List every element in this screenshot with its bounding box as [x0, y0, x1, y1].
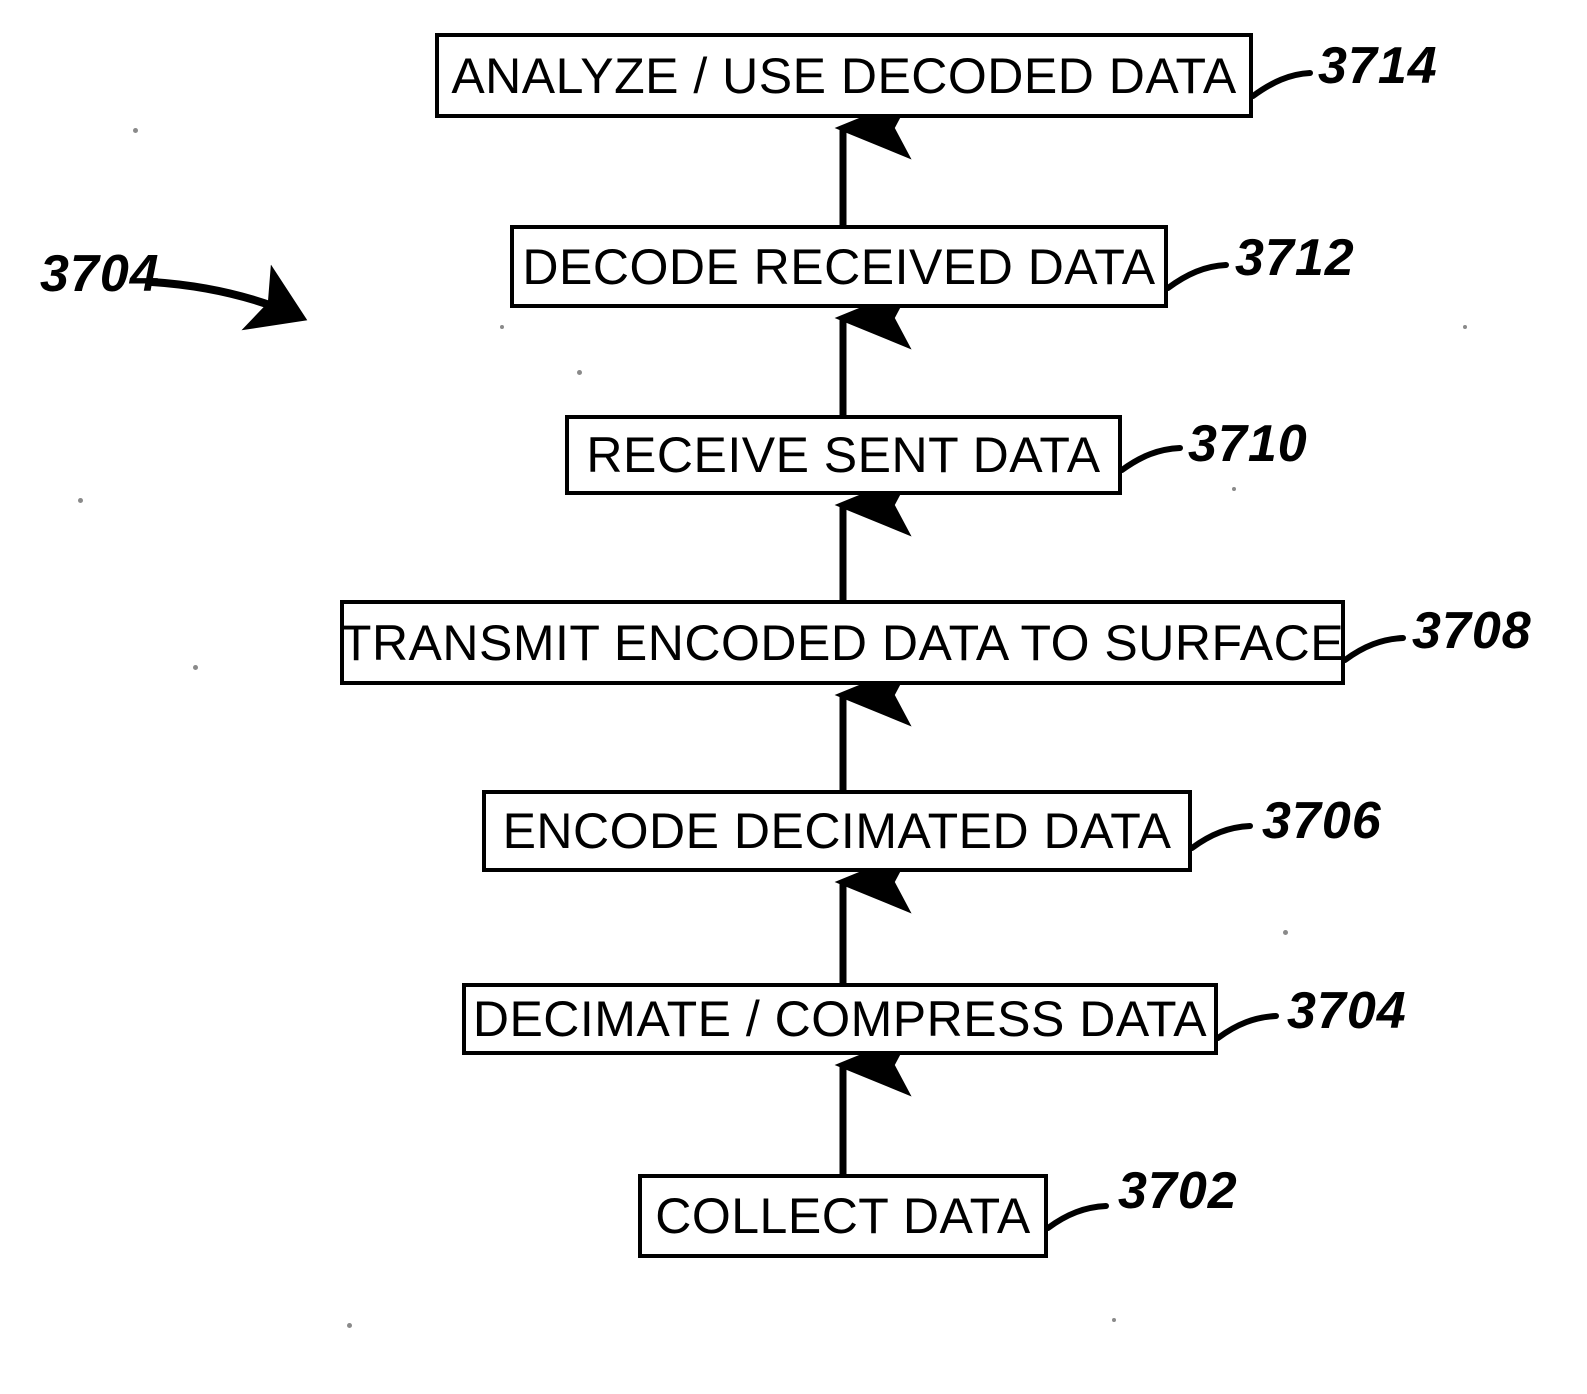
- step-box-3706[interactable]: ENCODE DECIMATED DATA: [482, 790, 1192, 872]
- step-label-3714: ANALYZE / USE DECODED DATA: [451, 47, 1237, 104]
- scan-speckle: [1232, 487, 1236, 491]
- step-label-3706: ENCODE DECIMATED DATA: [502, 803, 1172, 859]
- step-label-3704: DECIMATE / COMPRESS DATA: [472, 991, 1208, 1047]
- leader-line-3708: [1342, 635, 1406, 663]
- patent-figure: 3704 ANALYZE / USE DECODED DATA 3714 DEC…: [0, 0, 1587, 1394]
- scan-speckle: [1463, 325, 1467, 329]
- callout-ref-3704: 3704: [40, 245, 160, 303]
- leader-line-3714: [1250, 70, 1313, 99]
- ref-numeral-3702: 3702: [1118, 1162, 1238, 1220]
- step-box-3702[interactable]: COLLECT DATA: [638, 1174, 1048, 1258]
- ref-numeral-3714: 3714: [1318, 37, 1438, 95]
- ref-numeral-3708: 3708: [1412, 602, 1532, 660]
- step-box-3714[interactable]: ANALYZE / USE DECODED DATA: [435, 33, 1253, 118]
- ref-numeral-3712: 3712: [1235, 229, 1355, 287]
- scan-speckle: [1112, 1318, 1116, 1322]
- leader-line-3710: [1119, 445, 1183, 473]
- step-label-3708: TRANSMIT ENCODED DATA TO SURFACE: [340, 614, 1345, 671]
- step-label-3712: DECODE RECEIVED DATA: [522, 238, 1156, 295]
- scan-speckle: [500, 325, 504, 329]
- step-box-3704[interactable]: DECIMATE / COMPRESS DATA: [462, 983, 1218, 1055]
- scan-speckle: [347, 1323, 352, 1328]
- scan-speckle: [133, 128, 138, 133]
- ref-numeral-3706: 3706: [1262, 792, 1382, 850]
- leader-line-3704: [1215, 1013, 1279, 1041]
- leader-line-3702: [1045, 1203, 1109, 1231]
- leader-line-3706: [1189, 823, 1253, 851]
- ref-numeral-3710: 3710: [1188, 415, 1308, 473]
- scan-speckle: [577, 370, 582, 375]
- step-box-3712[interactable]: DECODE RECEIVED DATA: [510, 225, 1168, 308]
- leader-line-3712: [1165, 262, 1229, 291]
- scan-speckle: [78, 498, 83, 503]
- scan-speckle: [193, 665, 198, 670]
- step-box-3710[interactable]: RECEIVE SENT DATA: [565, 415, 1122, 495]
- ref-numeral-3704: 3704: [1287, 982, 1407, 1040]
- step-box-3708[interactable]: TRANSMIT ENCODED DATA TO SURFACE: [340, 600, 1345, 685]
- step-label-3710: RECEIVE SENT DATA: [586, 427, 1101, 483]
- callout-arrow-3704: [148, 264, 308, 331]
- scan-speckle: [1283, 930, 1288, 935]
- step-label-3702: COLLECT DATA: [655, 1188, 1031, 1244]
